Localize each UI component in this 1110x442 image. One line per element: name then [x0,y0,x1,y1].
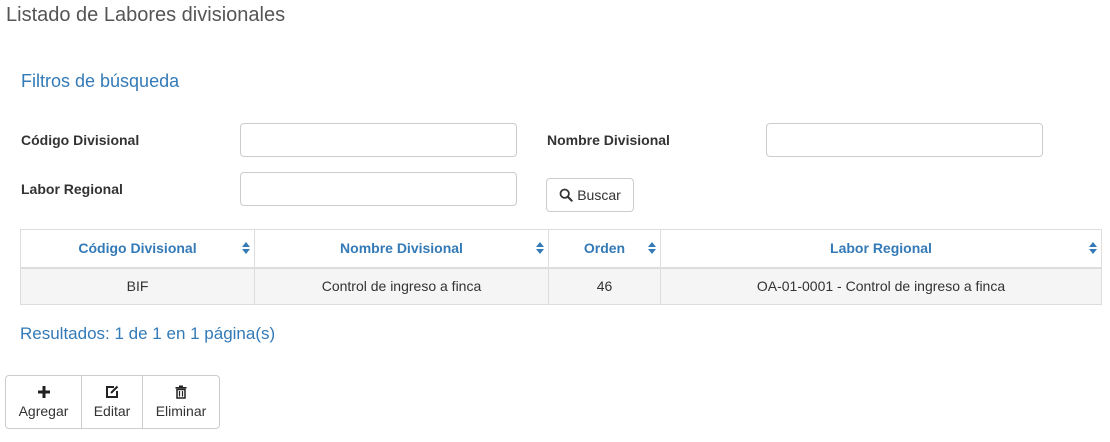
search-icon [559,188,573,202]
delete-button[interactable]: Eliminar [143,376,219,428]
column-header-nombre[interactable]: Nombre Divisional [254,229,549,269]
sort-icon [648,242,656,255]
table-row[interactable]: BIF Control de ingreso a finca 46 OA-01-… [20,267,1102,305]
cell-orden: 46 [548,267,661,305]
results-summary: Resultados: 1 de 1 en 1 página(s) [20,324,276,343]
column-header-label: Código Divisional [78,240,197,257]
plus-icon [37,386,50,398]
table-header-row: Código Divisional Nombre Divisional Orde… [20,229,1102,269]
codigo-divisional-label: Código Divisional [21,132,140,148]
sort-icon [536,242,544,255]
column-header-orden[interactable]: Orden [548,229,661,269]
search-button-label: Buscar [577,187,621,203]
cell-codigo: BIF [20,267,255,305]
nombre-divisional-label: Nombre Divisional [547,132,670,148]
labor-regional-input[interactable] [240,172,517,206]
sort-icon [242,242,250,255]
column-header-label: Labor Regional [830,240,932,257]
nombre-divisional-input[interactable] [766,123,1043,157]
column-header-label: Nombre Divisional [340,240,463,257]
results-table: Código Divisional Nombre Divisional Orde… [20,229,1102,305]
column-header-labor[interactable]: Labor Regional [660,229,1102,269]
trash-icon [175,385,187,399]
page-title: Listado de Labores divisionales [6,4,286,26]
delete-button-label: Eliminar [155,403,207,419]
add-button-label: Agregar [18,403,69,419]
cell-labor: OA-01-0001 - Control de ingreso a finca [660,267,1102,305]
search-button[interactable]: Buscar [546,178,634,212]
column-header-label: Orden [583,240,626,257]
column-header-codigo[interactable]: Código Divisional [20,229,255,269]
codigo-divisional-input[interactable] [240,123,517,157]
edit-button-label: Editar [93,403,131,419]
edit-button[interactable]: Editar [82,376,143,428]
filters-title: Filtros de búsqueda [21,71,180,91]
edit-icon [106,385,119,398]
cell-nombre: Control de ingreso a finca [254,267,549,305]
add-button[interactable]: Agregar [6,376,82,428]
labor-regional-label: Labor Regional [21,181,123,197]
action-toolbar: Agregar Editar Eliminar [5,375,220,429]
sort-icon [1089,242,1097,255]
